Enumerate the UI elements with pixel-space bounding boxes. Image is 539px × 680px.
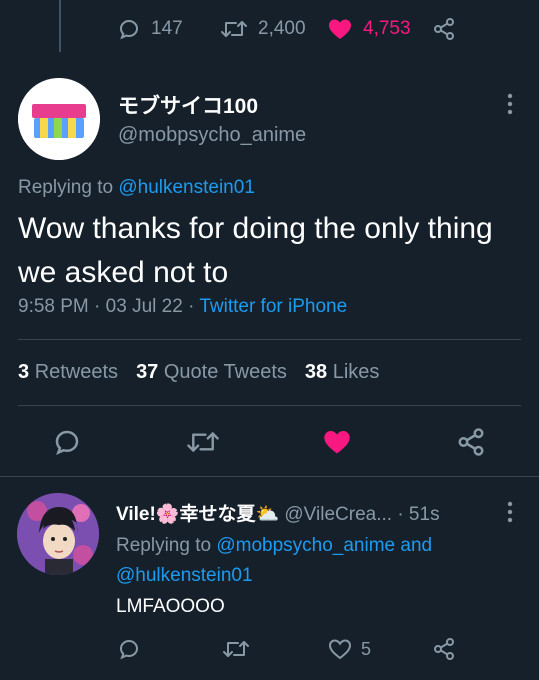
reply-replying-to-link-1[interactable]: @mobpsycho_anime — [216, 535, 395, 556]
top-like-count: 4,753 — [363, 18, 411, 39]
reply-handle[interactable]: @VileCrea... — [284, 504, 392, 525]
reply-text: LMFAOOOO — [116, 596, 225, 617]
top-reply-action[interactable]: 147 — [117, 17, 183, 41]
reply-retweet-button[interactable] — [222, 637, 250, 661]
reply-replying-prefix: Replying to — [116, 535, 212, 556]
tweet-text: Wow thanks for doing the only thing we a… — [18, 212, 493, 289]
more-vertical-icon[interactable] — [506, 500, 514, 529]
top-retweet-count: 2,400 — [258, 18, 306, 39]
reply-reply-button[interactable] — [117, 637, 141, 661]
retweets-stat[interactable]: 3 Retweets — [18, 361, 118, 384]
divider — [18, 339, 521, 340]
top-reply-count: 147 — [151, 18, 183, 39]
replying-prefix: Replying to — [18, 177, 114, 198]
thread-connector-line — [59, 0, 61, 52]
meta-separator: · — [94, 296, 101, 317]
reply-like-count: 5 — [361, 638, 372, 659]
like-button[interactable] — [322, 427, 352, 457]
tweet-time[interactable]: 9:58 PM — [18, 296, 89, 317]
top-retweet-action[interactable]: 2,400 — [220, 17, 306, 41]
meta-separator: · — [188, 296, 195, 317]
top-like-action[interactable]: 4,753 — [327, 17, 411, 41]
heart-filled-icon — [327, 17, 353, 41]
top-share-action[interactable] — [432, 17, 456, 41]
reply-icon — [117, 637, 141, 661]
reply-icon — [52, 427, 82, 457]
reply-avatar-image — [17, 493, 99, 575]
user-handle[interactable]: @mobpsycho_anime — [118, 124, 306, 147]
replying-to-link[interactable]: @hulkenstein01 — [118, 177, 255, 198]
share-icon — [432, 17, 456, 41]
tweet-meta: 9:58 PM · 03 Jul 22 · Twitter for iPhone — [18, 296, 347, 318]
likes-count: 38 — [304, 361, 328, 383]
reply-like-button[interactable]: 5 — [327, 637, 371, 661]
engagement-stats: 3 Retweets 37 Quote Tweets 38 Likes — [18, 361, 397, 384]
divider — [18, 405, 521, 406]
retweets-count: 3 — [18, 361, 30, 383]
retweet-button[interactable] — [186, 427, 220, 457]
reply-replying-to-line: Replying to @mobpsycho_anime and @hulken… — [116, 531, 516, 591]
reply-avatar[interactable] — [17, 493, 99, 575]
heart-outline-icon — [327, 637, 353, 661]
reply-share-button[interactable] — [432, 637, 456, 661]
quotes-count: 37 — [136, 361, 159, 383]
reply-replying-to-link-2[interactable]: @hulkenstein01 — [116, 565, 253, 586]
mob-psycho-logo — [18, 78, 100, 160]
reply-replying-and: and — [400, 535, 433, 556]
more-vertical-icon[interactable] — [506, 92, 514, 121]
likes-stat[interactable]: 38 Likes — [305, 361, 380, 384]
reply-time[interactable]: · 51s — [397, 504, 439, 525]
reply-icon — [117, 17, 141, 41]
display-name[interactable]: モブサイコ100 — [118, 90, 258, 120]
quotes-stat[interactable]: 37 Quote Tweets — [136, 361, 287, 384]
retweet-icon — [220, 17, 248, 41]
retweet-icon — [222, 637, 250, 661]
share-button[interactable] — [456, 427, 486, 457]
reply-header: Vile!🌸幸せな夏⛅ @VileCrea... · 51s — [116, 499, 440, 526]
tweet-date[interactable]: 03 Jul 22 — [106, 296, 183, 317]
divider — [0, 476, 539, 477]
replying-to-line: Replying to @hulkenstein01 — [18, 177, 255, 199]
likes-label: Likes — [332, 361, 380, 383]
quotes-label: Quote Tweets — [163, 361, 287, 383]
heart-filled-icon — [322, 427, 352, 457]
retweet-icon — [186, 427, 220, 457]
avatar[interactable] — [18, 78, 100, 160]
tweet-source[interactable]: Twitter for iPhone — [199, 296, 347, 317]
share-icon — [456, 427, 486, 457]
reply-display-name[interactable]: Vile!🌸幸せな夏⛅ — [116, 504, 279, 525]
share-icon — [432, 637, 456, 661]
retweets-label: Retweets — [34, 361, 119, 383]
reply-button[interactable] — [52, 427, 82, 457]
